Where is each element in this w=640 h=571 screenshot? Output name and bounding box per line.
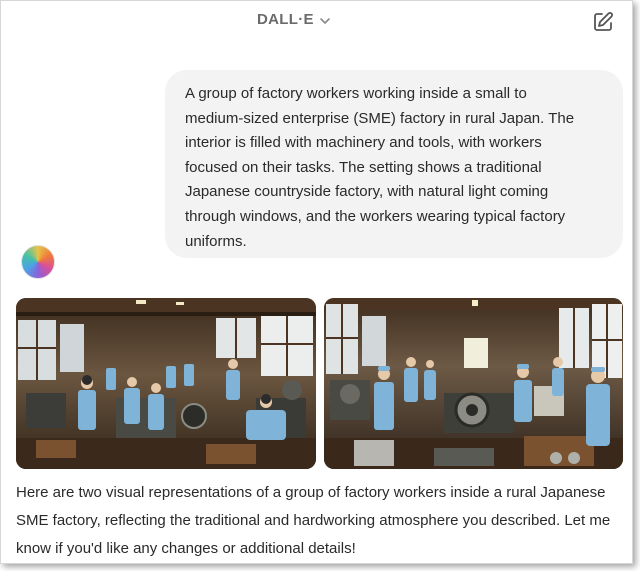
chat-header: DALL·E	[1, 1, 632, 43]
model-title: DALL·E	[257, 11, 314, 28]
factory-image-2	[324, 298, 623, 469]
model-selector[interactable]: DALL·E	[257, 11, 332, 28]
factory-image-1	[16, 298, 316, 469]
generated-image-1[interactable]	[16, 298, 316, 469]
generated-image-2[interactable]	[324, 298, 623, 469]
dalle-avatar-icon	[21, 245, 55, 279]
user-message-text: A group of factory workers working insid…	[185, 85, 575, 250]
chevron-down-icon	[319, 17, 330, 24]
new-chat-button[interactable]	[591, 10, 615, 34]
chat-window: DALL·E A group of factory workers workin…	[0, 0, 633, 564]
assistant-response-text: Here are two visual representations of a…	[16, 484, 611, 557]
edit-icon	[594, 12, 613, 31]
user-message-bubble: A group of factory workers working insid…	[165, 70, 623, 258]
